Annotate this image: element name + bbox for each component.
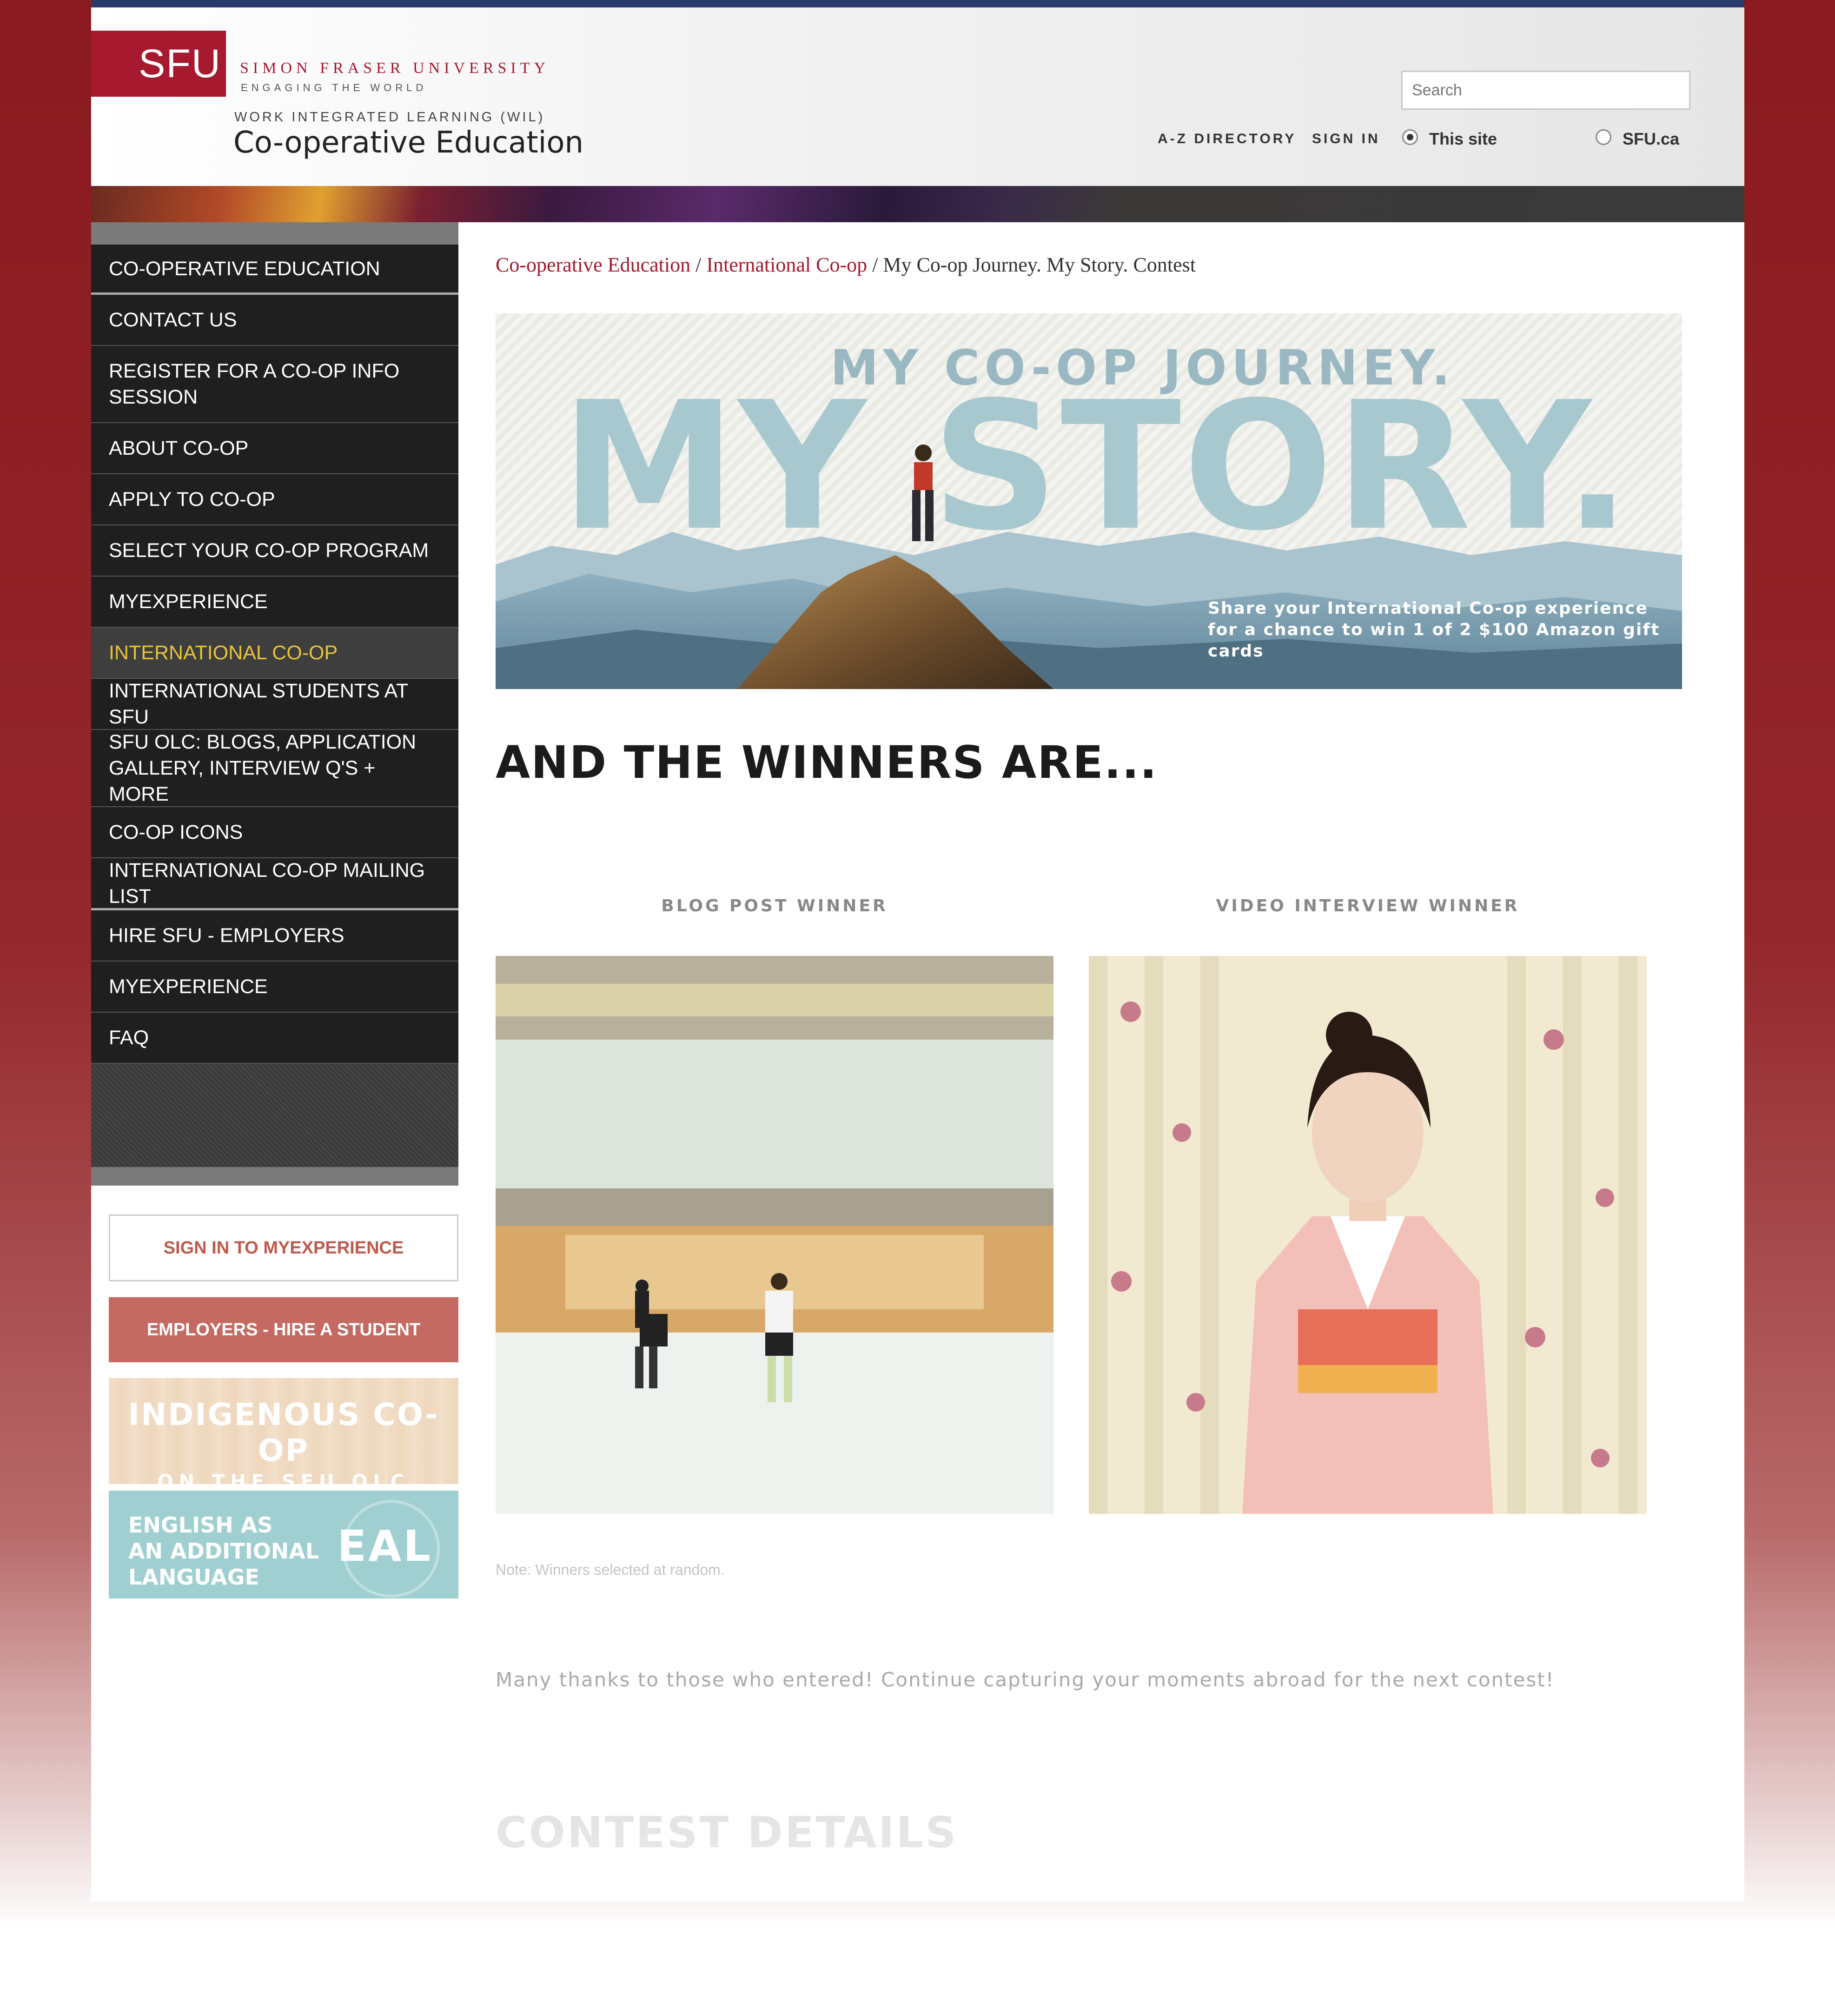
sidebar-nav: CO-OPERATIVE EDUCATION CONTACT US REGIST… xyxy=(91,222,458,1186)
indigenous-promo-subtitle: ON THE SFU OLC xyxy=(157,1471,410,1492)
sidebar-item-contact-us[interactable]: CONTACT US xyxy=(91,295,458,346)
university-tagline: ENGAGING THE WORLD xyxy=(241,82,427,93)
az-directory-link[interactable]: A-Z DIRECTORY xyxy=(1158,131,1296,147)
contest-details-heading: CONTEST DETAILS xyxy=(496,1808,958,1857)
breadcrumb-current: My Co-op Journey. My Story. Contest xyxy=(883,253,1196,276)
sidebar-fill xyxy=(91,1064,458,1167)
hero-caption: Share your International Co-op experienc… xyxy=(1208,599,1660,661)
sign-in-link[interactable]: SIGN IN xyxy=(1312,131,1380,147)
contest-hero-banner: MY CO-OP JOURNEY. MY STORY. Share your I… xyxy=(496,313,1682,689)
sidebar-item-sfu-olc[interactable]: SFU OLC: BLOGS, APPLICATION GALLERY, INT… xyxy=(91,730,458,807)
eal-promo-abbr: EAL xyxy=(337,1521,432,1571)
sidebar-item-myexperience[interactable]: MYEXPERIENCE xyxy=(91,577,458,628)
breadcrumb-link-coop[interactable]: Co-operative Education xyxy=(496,253,690,276)
employers-hire-button[interactable]: EMPLOYERS - HIRE A STUDENT xyxy=(109,1297,458,1362)
eal-promo-text: ENGLISH AS AN ADDITIONAL LANGUAGE xyxy=(128,1512,319,1590)
indigenous-coop-promo[interactable]: INDIGENOUS CO-OP ON THE SFU OLC xyxy=(109,1378,458,1492)
breadcrumb: Co-operative Education / International C… xyxy=(496,253,1196,277)
sidebar-top-bar xyxy=(91,222,458,245)
sidebar-item-mailing-list[interactable]: INTERNATIONAL CO-OP MAILING LIST xyxy=(91,858,458,910)
kimono-portrait-image xyxy=(1089,956,1647,1514)
thanks-message: Many thanks to those who entered! Contin… xyxy=(496,1668,1555,1691)
blog-winner-photo[interactable] xyxy=(496,956,1053,1514)
sidebar-item-myexperience-2[interactable]: MYEXPERIENCE xyxy=(91,962,458,1013)
video-winner-photo[interactable] xyxy=(1089,956,1647,1514)
scope-this-site-radio[interactable] xyxy=(1402,129,1418,145)
blog-winner-label: BLOG POST WINNER xyxy=(661,896,888,915)
search-input[interactable] xyxy=(1401,71,1690,110)
sign-in-myexperience-button[interactable]: SIGN IN TO MYEXPERIENCE xyxy=(109,1214,458,1281)
breadcrumb-separator: / xyxy=(872,253,883,276)
sidebar-item-about-coop[interactable]: ABOUT CO-OP xyxy=(91,423,458,474)
university-name[interactable]: SIMON FRASER UNIVERSITY xyxy=(240,60,550,77)
site-title[interactable]: Co-operative Education xyxy=(233,126,583,160)
sidebar-item-apply[interactable]: APPLY TO CO-OP xyxy=(91,474,458,525)
sidebar-item-cooperative-education[interactable]: CO-OPERATIVE EDUCATION xyxy=(91,245,458,295)
decorative-banner-strip xyxy=(91,186,1744,222)
sidebar-item-select-program[interactable]: SELECT YOUR CO-OP PROGRAM xyxy=(91,525,458,577)
indigenous-promo-title: INDIGENOUS CO-OP xyxy=(128,1397,439,1468)
sidebar-item-international-students[interactable]: INTERNATIONAL STUDENTS AT SFU xyxy=(91,679,458,730)
scope-this-site-label[interactable]: This site xyxy=(1429,129,1497,149)
sidebar-item-faq[interactable]: FAQ xyxy=(91,1013,458,1064)
program-line: WORK INTEGRATED LEARNING (WIL) xyxy=(234,110,545,125)
sfu-logo[interactable]: SFU xyxy=(91,31,226,97)
winners-note: Note: Winners selected at random. xyxy=(496,1561,725,1578)
scope-sfu-label[interactable]: SFU.ca xyxy=(1623,129,1679,149)
breadcrumb-link-international[interactable]: International Co-op xyxy=(706,253,867,276)
site-header: SFU SIMON FRASER UNIVERSITY ENGAGING THE… xyxy=(91,7,1744,186)
sidebar-item-coop-icons[interactable]: CO-OP ICONS xyxy=(91,807,458,858)
sidebar-item-register-info-session[interactable]: REGISTER FOR A CO-OP INFO SESSION xyxy=(91,346,458,423)
eal-promo[interactable]: ENGLISH AS AN ADDITIONAL LANGUAGE EAL xyxy=(109,1491,458,1598)
scope-sfu-radio[interactable] xyxy=(1596,129,1611,145)
winners-heading: AND THE WINNERS ARE... xyxy=(496,736,1158,789)
ice-rink-image xyxy=(496,956,1053,1514)
sidebar-item-international-coop[interactable]: INTERNATIONAL CO-OP xyxy=(91,628,458,679)
sidebar-item-hire-sfu[interactable]: HIRE SFU - EMPLOYERS xyxy=(91,910,458,962)
sidebar-bottom-bar xyxy=(91,1167,458,1186)
video-winner-label: VIDEO INTERVIEW WINNER xyxy=(1216,896,1520,915)
top-rule xyxy=(91,0,1744,7)
breadcrumb-separator: / xyxy=(696,253,707,276)
page: SFU SIMON FRASER UNIVERSITY ENGAGING THE… xyxy=(91,0,1744,1902)
